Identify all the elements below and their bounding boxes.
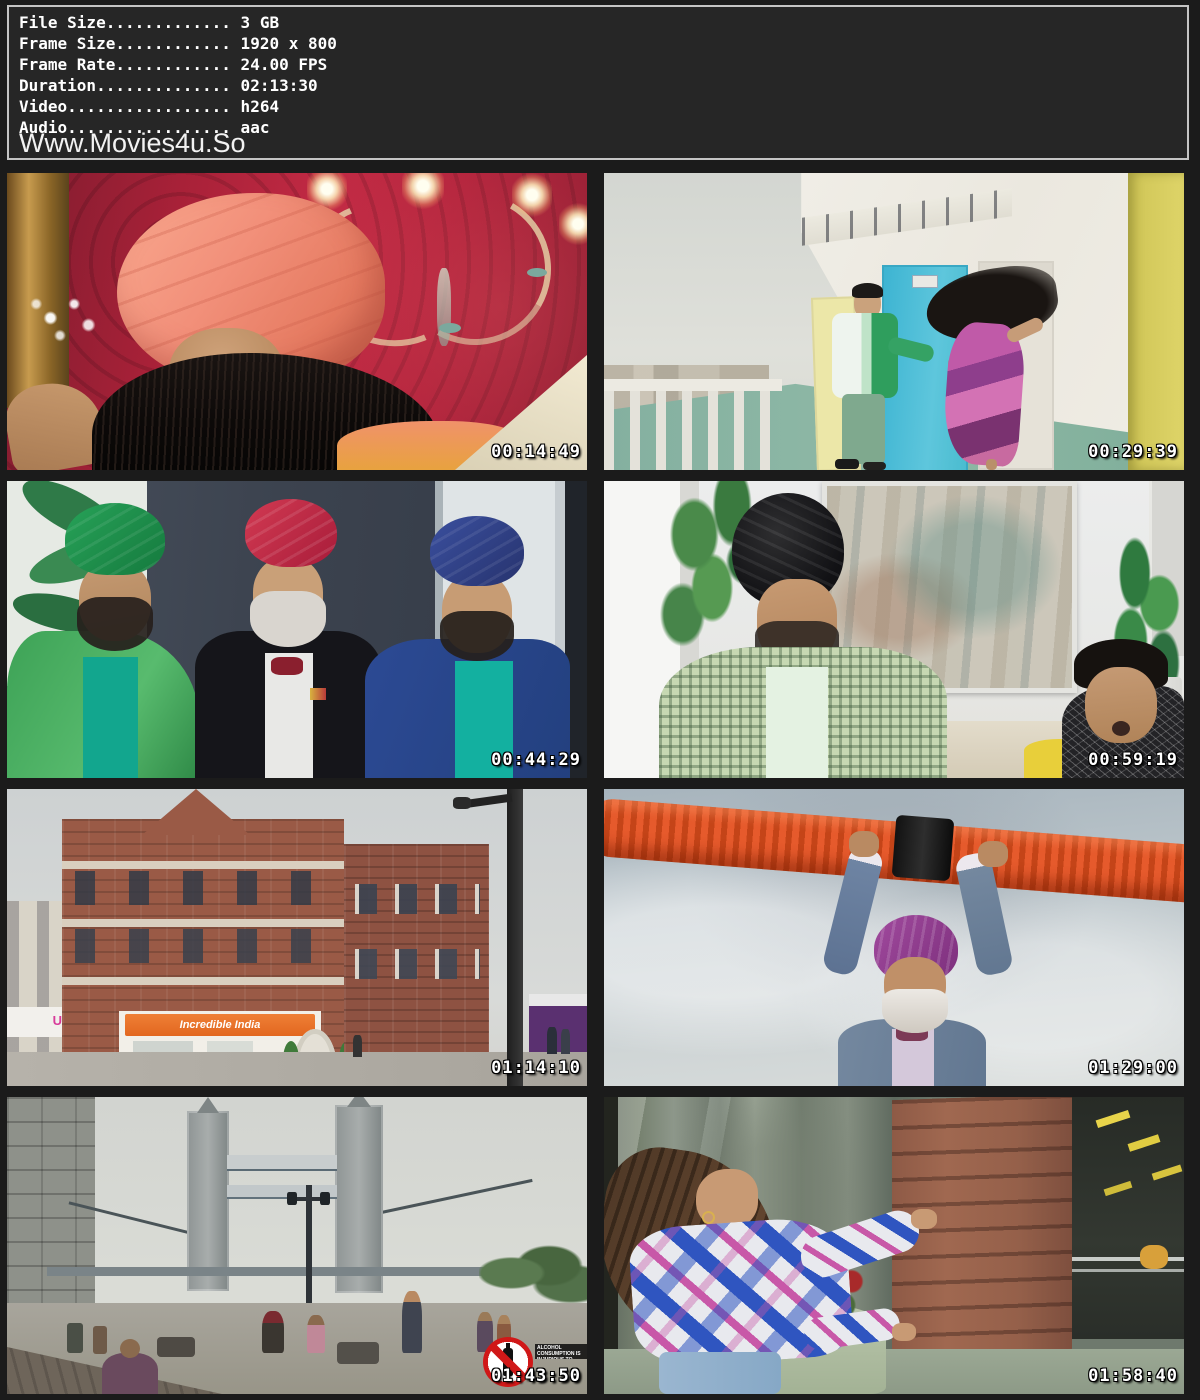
info-line-frame-rate: Frame Rate............ 24.00 FPS bbox=[19, 55, 327, 74]
info-line-video: Video................. h264 bbox=[19, 97, 279, 116]
open-mouth bbox=[1112, 721, 1130, 736]
person-in-window bbox=[1140, 1245, 1168, 1269]
window-row bbox=[355, 949, 480, 979]
standing-waiter bbox=[402, 1291, 422, 1353]
screenshot-8: 01:58:40 bbox=[604, 1097, 1184, 1394]
candle-flame-glow bbox=[559, 203, 587, 245]
sneeze-particles bbox=[22, 283, 117, 353]
foreground-man bbox=[102, 1353, 158, 1394]
dark-beard bbox=[77, 597, 153, 651]
bridge-deck bbox=[47, 1267, 552, 1276]
chandelier-cup bbox=[527, 268, 547, 277]
seated-man-maroon-turban bbox=[262, 1311, 284, 1353]
cafe-table bbox=[337, 1342, 379, 1364]
navy-turban bbox=[430, 516, 524, 586]
lamp-head bbox=[287, 1192, 297, 1205]
man-track-jacket bbox=[832, 313, 898, 398]
candle-flame-glow bbox=[402, 173, 444, 209]
timestamp-overlay-front: 01:43:50 bbox=[491, 1366, 581, 1386]
dark-window bbox=[1072, 1097, 1184, 1339]
man-sneaker bbox=[835, 459, 859, 469]
pedestrian bbox=[561, 1029, 570, 1054]
gripping-hand bbox=[849, 831, 879, 857]
hand bbox=[911, 1209, 937, 1229]
bridge-tower bbox=[187, 1111, 229, 1291]
mint-shirt bbox=[766, 667, 828, 778]
timestamp-overlay: 00:44:29 bbox=[491, 750, 581, 770]
cafe-chair bbox=[67, 1323, 83, 1353]
trees bbox=[479, 1237, 587, 1309]
white-railing bbox=[604, 379, 782, 470]
bridge-walkway bbox=[227, 1155, 337, 1171]
hoop-earring bbox=[702, 1211, 715, 1224]
red-turban bbox=[245, 499, 337, 567]
timestamp-overlay: 00:59:19 bbox=[1088, 750, 1178, 770]
cafe-table bbox=[157, 1337, 195, 1357]
timestamp-overlay: 01:29:00 bbox=[1088, 1058, 1178, 1078]
timestamp-overlay: 01:14:10 bbox=[491, 1058, 581, 1078]
lamp-post bbox=[507, 789, 523, 1086]
timestamp-overlay: 00:29:39 bbox=[1088, 442, 1178, 462]
site-watermark: Www.Movies4u.So bbox=[19, 130, 246, 157]
gripping-hand bbox=[978, 841, 1008, 867]
pocket-square bbox=[310, 688, 326, 700]
green-turban bbox=[65, 503, 165, 575]
info-line-duration: Duration.............. 02:13:30 bbox=[19, 76, 318, 95]
alcohol-warning-label: ALCOHOL CONSUMPTION IS INJURIOUS TO HEAL… bbox=[535, 1344, 587, 1359]
dark-beard bbox=[440, 611, 514, 661]
file-info-panel: File Size............. 3 GB Frame Size..… bbox=[7, 5, 1189, 160]
man-sneaker bbox=[863, 462, 886, 470]
screenshot-1: 00:14:49 bbox=[7, 173, 587, 470]
teal-shirt bbox=[83, 657, 138, 778]
white-beard bbox=[882, 989, 948, 1033]
man-pants bbox=[842, 394, 885, 464]
pedestrian bbox=[547, 1027, 557, 1054]
info-line-frame-size: Frame Size............ 1920 x 800 bbox=[19, 34, 337, 53]
woman-foot bbox=[986, 459, 997, 470]
timestamp-overlay: 01:58:40 bbox=[1088, 1366, 1178, 1386]
blue-door-sign bbox=[912, 275, 938, 288]
foreground-man-head bbox=[120, 1339, 140, 1358]
screenshot-4: 00:59:19 bbox=[604, 481, 1184, 778]
candle-flame-glow bbox=[512, 173, 552, 217]
chandelier-cup bbox=[439, 323, 461, 333]
blue-jeans bbox=[659, 1352, 781, 1394]
pedestrian bbox=[353, 1035, 362, 1057]
stone-wall bbox=[7, 1097, 95, 1335]
screenshot-6: 01:29:00 bbox=[604, 789, 1184, 1086]
window-row bbox=[75, 929, 333, 963]
window-row bbox=[75, 871, 333, 905]
screenshot-7: 01:43:50 ALCOHOL CONSUMPTION IS INJURIOU… bbox=[7, 1097, 587, 1394]
screenshot-5: UK Incredible India 01:14:10 bbox=[7, 789, 587, 1086]
screenshot-2: 00:29:39 bbox=[604, 173, 1184, 470]
chandelier-stem bbox=[437, 268, 451, 346]
man-hair bbox=[852, 283, 883, 298]
timestamp-overlay: 00:14:49 bbox=[491, 442, 581, 462]
hand bbox=[892, 1323, 916, 1341]
window-railing bbox=[1072, 1269, 1184, 1272]
purple-shop bbox=[529, 994, 587, 1059]
screenshot-3: 00:44:29 bbox=[7, 481, 587, 778]
yellow-end-wall bbox=[1128, 173, 1184, 470]
woman-dress bbox=[941, 321, 1027, 468]
cafe-chair bbox=[93, 1326, 107, 1354]
lamp-head bbox=[453, 797, 471, 809]
pipe-coupling bbox=[892, 815, 955, 881]
info-line-file-size: File Size............. 3 GB bbox=[19, 13, 279, 32]
media-info-sheet: File Size............. 3 GB Frame Size..… bbox=[0, 0, 1200, 1400]
lamp-head bbox=[320, 1192, 330, 1205]
bottle-neck-glyph bbox=[506, 1343, 510, 1351]
seated-woman bbox=[307, 1315, 325, 1353]
white-beard bbox=[250, 591, 326, 647]
maroon-cravat bbox=[271, 657, 303, 675]
incredible-india-sign-text: Incredible India bbox=[125, 1015, 315, 1035]
window-row bbox=[355, 884, 480, 914]
bridge-tower bbox=[335, 1105, 383, 1293]
